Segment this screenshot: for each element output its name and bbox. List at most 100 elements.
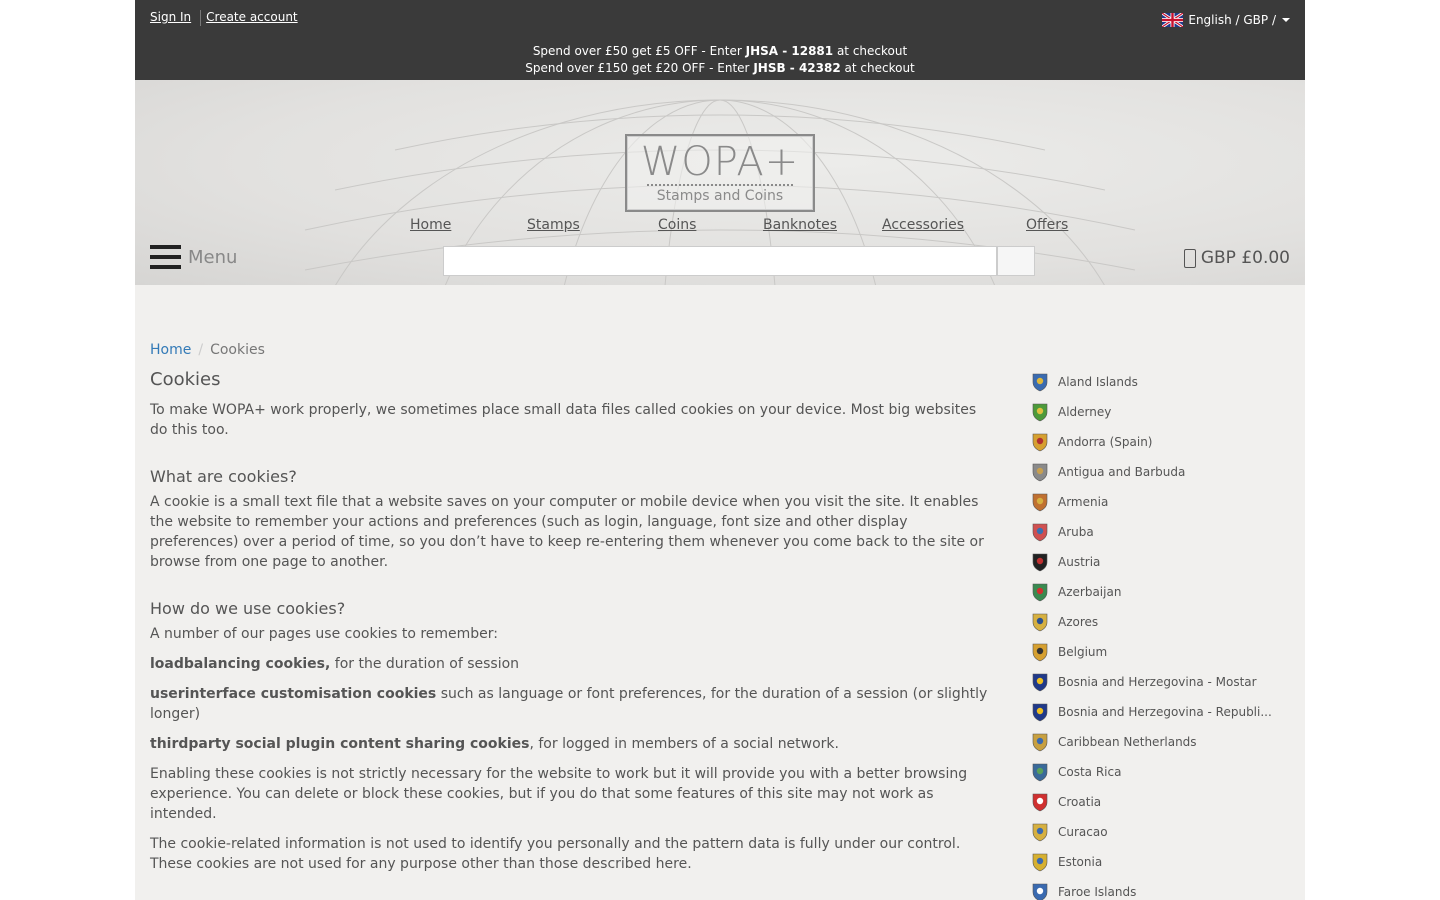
uk-flag-icon [1162,13,1184,27]
promo-text: Spend over £150 get £20 OFF - Enter [525,61,754,75]
nav-coins[interactable]: Coins [658,217,696,233]
intro-paragraph: To make WOPA+ work properly, we sometime… [150,402,977,438]
breadcrumb: Home / Cookies [150,342,265,358]
what-paragraph: A cookie is a small text file that a web… [150,494,984,570]
country-link[interactable]: Alderney [1030,397,1280,427]
country-link[interactable]: Estonia [1030,847,1280,877]
site-logo[interactable]: WOPA+ Stamps and Coins [625,134,815,212]
country-name: Andorra (Spain) [1058,435,1153,449]
promo-text: at checkout [840,61,915,75]
cart-total: GBP £0.00 [1200,248,1290,268]
create-account-link[interactable]: Create account [206,10,298,26]
country-link[interactable]: Armenia [1030,487,1280,517]
nav-stamps[interactable]: Stamps [527,217,580,233]
locale-label: English / GBP / [1188,13,1276,27]
search-input[interactable] [443,246,997,276]
country-name: Aland Islands [1058,375,1138,389]
country-name: Aruba [1058,525,1094,539]
coat-of-arms-icon [1032,583,1048,602]
cookie-item-name: loadbalancing cookies, [150,656,331,672]
coat-of-arms-icon [1032,553,1048,572]
menu-button[interactable]: Menu [150,245,237,269]
coat-of-arms-icon [1032,793,1048,812]
how-intro: A number of our pages use cookies to rem… [150,626,499,642]
promo-text: Spend over £50 get £5 OFF - Enter [532,44,746,58]
country-name: Croatia [1058,795,1102,809]
country-name: Estonia [1058,855,1103,869]
country-link[interactable]: Antigua and Barbuda [1030,457,1280,487]
coat-of-arms-icon [1032,703,1048,722]
nav-banknotes[interactable]: Banknotes [763,217,837,233]
country-link[interactable]: Bosnia and Herzegovina - Mostar [1030,667,1280,697]
breadcrumb-home[interactable]: Home [150,342,191,358]
cookie-item: thirdparty social plugin content sharing… [150,734,990,754]
nav-accessories[interactable]: Accessories [882,217,964,233]
logo-subtitle: Stamps and Coins [656,188,784,204]
coat-of-arms-icon [1032,433,1048,452]
country-link[interactable]: Bosnia and Herzegovina - Republi... [1030,697,1280,727]
country-name: Armenia [1058,495,1109,509]
enabling-paragraph: Enabling these cookies is not strictly n… [150,766,968,822]
cookie-item-name: thirdparty social plugin content sharing… [150,736,530,752]
country-name: Antigua and Barbuda [1058,465,1186,479]
promo-code: JHSA - 12881 [745,44,834,58]
breadcrumb-current: Cookies [210,342,265,358]
coat-of-arms-icon [1032,673,1048,692]
nav-home[interactable]: Home [410,217,451,233]
country-link[interactable]: Croatia [1030,787,1280,817]
promo-text: at checkout [833,44,908,58]
country-name: Azores [1058,615,1099,629]
cart-icon [1183,248,1196,268]
how-heading: How do we use cookies? [150,599,346,618]
info-paragraph: The cookie-related information is not us… [150,836,961,872]
main-nav: Home Stamps Coins Banknotes Accessories … [135,217,1305,237]
cookie-item: loadbalancing cookies, for the duration … [150,654,990,674]
hamburger-icon [150,245,181,269]
country-name: Bosnia and Herzegovina - Republi... [1058,705,1272,719]
country-link[interactable]: Andorra (Spain) [1030,427,1280,457]
country-link[interactable]: Aland Islands [1030,367,1280,397]
coat-of-arms-icon [1032,463,1048,482]
country-link[interactable]: Costa Rica [1030,757,1280,787]
coat-of-arms-icon [1032,523,1048,542]
cookie-item-name: userinterface customisation cookies [150,686,437,702]
language-currency-dropdown[interactable]: English / GBP / [1162,13,1290,27]
country-link[interactable]: Azores [1030,607,1280,637]
coat-of-arms-icon [1032,763,1048,782]
coat-of-arms-icon [1032,823,1048,842]
country-name: Caribbean Netherlands [1058,735,1197,749]
country-name: Faroe Islands [1058,885,1137,899]
chevron-down-icon [1282,18,1290,22]
cookie-item: userinterface customisation cookies such… [150,684,990,724]
search-button[interactable] [997,246,1035,276]
country-link[interactable]: Aruba [1030,517,1280,547]
coat-of-arms-icon [1032,853,1048,872]
country-link[interactable]: Austria [1030,547,1280,577]
country-link[interactable]: Azerbaijan [1030,577,1280,607]
coat-of-arms-icon [1032,403,1048,422]
coat-of-arms-icon [1032,613,1048,632]
country-link[interactable]: Caribbean Netherlands [1030,727,1280,757]
menu-label: Menu [188,246,238,268]
country-link[interactable]: Faroe Islands [1030,877,1280,900]
breadcrumb-separator: / [198,342,204,358]
cart-summary[interactable]: GBP £0.00 [1183,248,1290,268]
coat-of-arms-icon [1032,883,1048,900]
page: Sign In Create account English / GBP / S… [135,0,1305,900]
page-title: Cookies [150,369,221,390]
promo-line-2: Spend over £150 get £20 OFF - Enter JHSB… [135,61,1305,75]
what-heading: What are cookies? [150,467,297,486]
nav-offers[interactable]: Offers [1026,217,1068,233]
country-name: Costa Rica [1058,765,1122,779]
sign-in-link[interactable]: Sign In [150,10,191,26]
promo-line-1: Spend over £50 get £5 OFF - Enter JHSA -… [135,44,1305,58]
country-link[interactable]: Curacao [1030,817,1280,847]
coat-of-arms-icon [1032,643,1048,662]
promo-code: JHSB - 42382 [753,61,841,75]
country-name: Bosnia and Herzegovina - Mostar [1058,675,1257,689]
coat-of-arms-icon [1032,733,1048,752]
cookie-item-desc: for the duration of session [330,656,520,672]
coat-of-arms-icon [1032,493,1048,512]
country-link[interactable]: Belgium [1030,637,1280,667]
top-bar: Sign In Create account English / GBP / S… [135,0,1305,80]
